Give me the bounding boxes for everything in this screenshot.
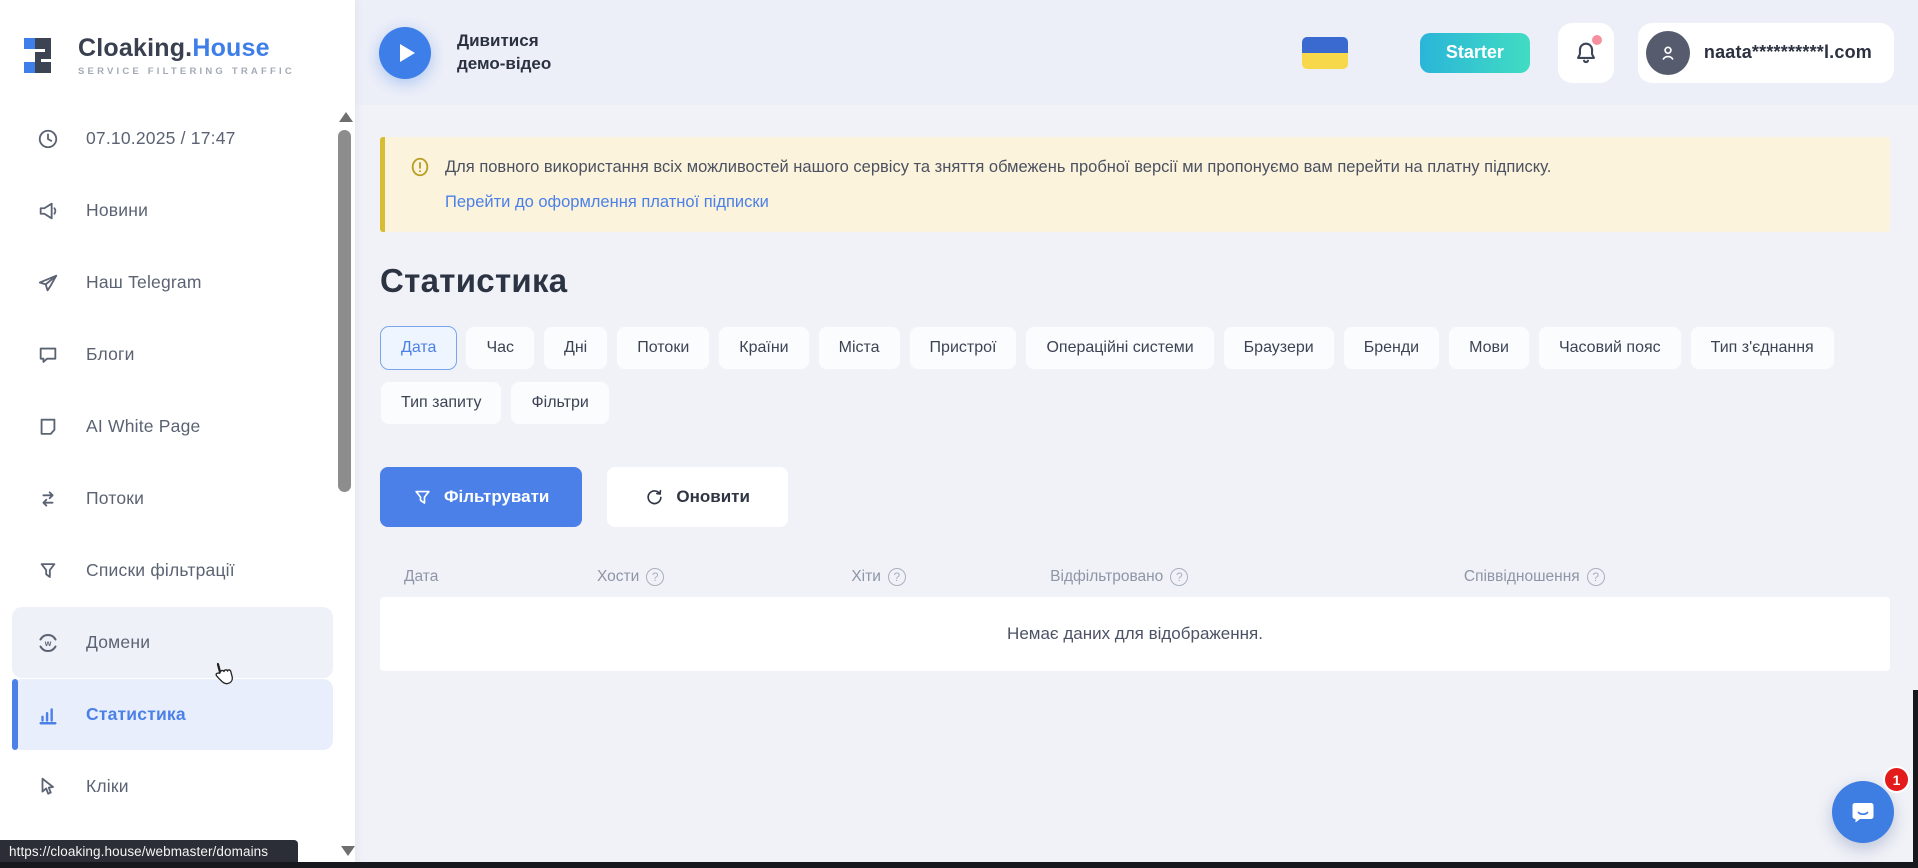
- demo-video-label[interactable]: Дивитися демо-відео: [457, 30, 577, 74]
- brand-name: Cloaking.House: [78, 34, 295, 63]
- megaphone-icon: [36, 199, 60, 223]
- window-right-edge: [1913, 690, 1918, 868]
- ukraine-flag-icon[interactable]: [1302, 37, 1348, 69]
- brand-tagline: SERVICE FILTERING TRAFFIC: [78, 66, 295, 77]
- warning-icon: [409, 156, 431, 178]
- person-icon: [1657, 42, 1679, 64]
- sidebar-item-datetime[interactable]: 07.10.2025 / 17:47: [12, 103, 333, 174]
- logo[interactable]: Cloaking.House SERVICE FILTERING TRAFFIC: [0, 0, 355, 88]
- column-header-hosts: Хости ?: [597, 568, 851, 586]
- help-icon[interactable]: ?: [646, 568, 664, 586]
- filter-button[interactable]: Фільтрувати: [380, 467, 582, 527]
- user-email: naata**********l.com: [1704, 42, 1872, 63]
- chat-bubble-icon: [1847, 796, 1879, 828]
- main-content: Для повного використання всіх можливосте…: [355, 105, 1918, 671]
- svg-text:w: w: [44, 638, 52, 648]
- filter-tab-languages[interactable]: Мови: [1448, 326, 1530, 370]
- column-header-date: Дата: [404, 568, 597, 586]
- page-title: Статистика: [380, 262, 1890, 300]
- column-header-ratio: Співвідношення ?: [1464, 568, 1866, 586]
- refresh-icon: [645, 488, 664, 507]
- avatar: [1646, 31, 1690, 75]
- subscription-link[interactable]: Перейти до оформлення платної підписки: [445, 193, 769, 212]
- play-icon: [400, 44, 415, 62]
- sidebar-item-streams[interactable]: Потоки: [12, 463, 333, 534]
- filter-tab-browsers[interactable]: Браузери: [1223, 326, 1335, 370]
- logo-mark: [22, 33, 66, 77]
- scrollbar-thumb[interactable]: [338, 130, 351, 492]
- refresh-button[interactable]: Оновити: [607, 467, 788, 527]
- scrollbar-up-arrow[interactable]: [339, 112, 353, 122]
- table-header-row: Дата Хости ? Хіти ? Відфільтровано ? Спі…: [380, 557, 1890, 597]
- help-icon[interactable]: ?: [888, 568, 906, 586]
- sidebar-item-ai-white-page[interactable]: AI White Page: [12, 391, 333, 462]
- help-icon[interactable]: ?: [1587, 568, 1605, 586]
- filter-tab-brands[interactable]: Бренди: [1343, 326, 1440, 370]
- bar-chart-icon: [36, 703, 60, 727]
- sidebar-item-clicks[interactable]: Кліки: [12, 751, 333, 822]
- user-menu[interactable]: naata**********l.com: [1638, 23, 1894, 83]
- notification-dot: [1592, 35, 1602, 45]
- filter-tab-os[interactable]: Операційні системи: [1025, 326, 1214, 370]
- trial-warning-banner: Для повного використання всіх можливосте…: [380, 137, 1890, 232]
- filter-tab-time[interactable]: Час: [465, 326, 535, 370]
- notifications-button[interactable]: [1558, 23, 1614, 83]
- filter-tab-timezone[interactable]: Часовий пояс: [1538, 326, 1682, 370]
- help-icon[interactable]: ?: [1170, 568, 1188, 586]
- sidebar-item-blogs[interactable]: Блоги: [12, 319, 333, 390]
- filter-tab-date[interactable]: Дата: [380, 326, 457, 370]
- filter-tab-connection-type[interactable]: Тип з'єднання: [1690, 326, 1835, 370]
- plan-starter-button[interactable]: Starter: [1420, 33, 1530, 73]
- chat-widget-button[interactable]: [1832, 781, 1894, 843]
- filter-tabs: Дата Час Дні Потоки Країни Міста Пристро…: [380, 326, 1860, 425]
- chat-unread-badge: 1: [1883, 766, 1910, 793]
- play-demo-button[interactable]: [379, 27, 431, 79]
- filter-tab-devices[interactable]: Пристрої: [909, 326, 1018, 370]
- window-bottom-edge: [0, 862, 1918, 868]
- column-header-filtered: Відфільтровано ?: [1050, 568, 1464, 586]
- sidebar-item-domains[interactable]: w Домени: [12, 607, 333, 678]
- telegram-icon: [36, 271, 60, 295]
- cursor-icon: [36, 775, 60, 799]
- topbar: Дивитися демо-відео Starter naata*******…: [355, 0, 1918, 105]
- sidebar-item-news[interactable]: Новини: [12, 175, 333, 246]
- speech-bubble-icon: [36, 343, 60, 367]
- sidebar-item-filter-lists[interactable]: Списки фільтрації: [12, 535, 333, 606]
- sidebar-item-telegram[interactable]: Наш Telegram: [12, 247, 333, 318]
- filter-tab-cities[interactable]: Міста: [818, 326, 901, 370]
- clock-icon: [36, 127, 60, 151]
- funnel-icon: [413, 488, 432, 507]
- funnel-icon: [36, 559, 60, 583]
- filter-tab-request-type[interactable]: Тип запиту: [380, 381, 502, 425]
- sidebar: Cloaking.House SERVICE FILTERING TRAFFIC…: [0, 0, 355, 868]
- sidebar-item-statistics[interactable]: Статистика: [12, 679, 333, 750]
- status-bar-url: https://cloaking.house/webmaster/domains: [0, 840, 298, 863]
- filter-tab-days[interactable]: Дні: [543, 326, 608, 370]
- table-empty-state: Немає даних для відображення.: [380, 597, 1890, 671]
- empty-message: Немає даних для відображення.: [1007, 624, 1263, 644]
- sync-icon: [36, 487, 60, 511]
- page-icon: [36, 415, 60, 439]
- filter-tab-filters[interactable]: Фільтри: [510, 381, 609, 425]
- filter-tab-countries[interactable]: Країни: [718, 326, 809, 370]
- filter-tab-streams[interactable]: Потоки: [616, 326, 710, 370]
- sidebar-nav: 07.10.2025 / 17:47 Новини Наш Telegram Б…: [0, 88, 355, 822]
- scrollbar-down-arrow[interactable]: [341, 846, 355, 856]
- banner-text: Для повного використання всіх можливосте…: [445, 156, 1551, 178]
- webmaster-globe-icon: w: [36, 631, 60, 655]
- column-header-hits: Хіти ?: [851, 568, 1050, 586]
